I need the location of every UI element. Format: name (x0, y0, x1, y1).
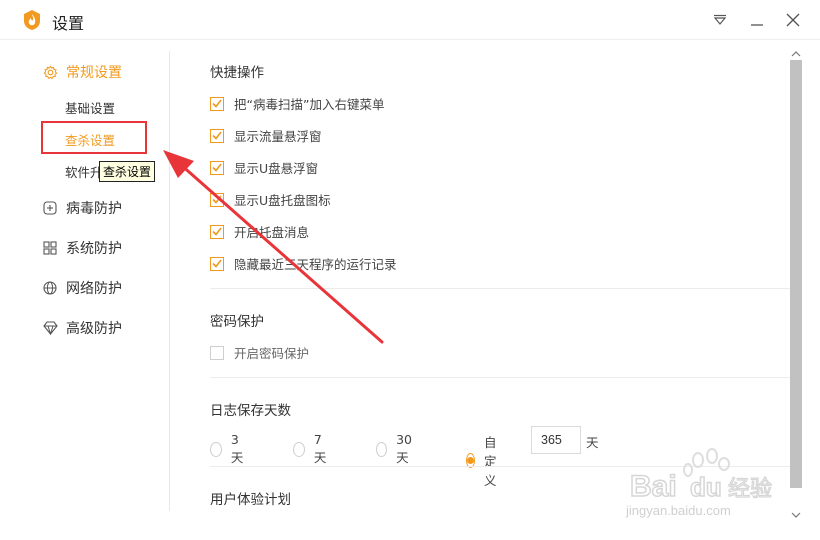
checkbox-checked-icon[interactable] (210, 256, 224, 271)
scroll-up-arrow-icon[interactable] (789, 48, 803, 60)
section-title-ux-plan: 用户体验计划 (210, 492, 291, 508)
option-label: 显示流量悬浮窗 (234, 129, 322, 144)
sidebar-item-virus-protection[interactable]: 病毒防护 (42, 198, 122, 218)
title-bar: 设置 (0, 0, 820, 40)
checkbox-checked-icon[interactable] (210, 128, 224, 143)
option-label: 开启托盘消息 (234, 225, 310, 240)
radio-unselected-icon[interactable] (293, 441, 305, 457)
svg-text:du: du (690, 472, 722, 502)
sidebar-group-label: 网络防护 (66, 281, 122, 297)
section-title-quick-ops: 快捷操作 (210, 65, 264, 81)
option-usb-tray-icon[interactable]: 显示U盘托盘图标 (210, 190, 331, 209)
radio-unselected-icon[interactable] (210, 441, 222, 457)
sidebar-subitem-basic[interactable]: 基础设置 (65, 98, 115, 117)
option-label: 显示U盘悬浮窗 (234, 161, 319, 176)
tooltip: 查杀设置 (99, 161, 156, 182)
watermark-url: jingyan.baidu.com (626, 503, 731, 518)
svg-text:Bai: Bai (630, 470, 677, 503)
radio-30-days[interactable]: 30天 (376, 432, 416, 466)
option-enable-password[interactable]: 开启密码保护 (210, 343, 309, 362)
sidebar-item-advanced-protection[interactable]: 高级防护 (42, 318, 122, 338)
option-context-menu-scan[interactable]: 把“病毒扫描”加入右键菜单 (210, 94, 384, 113)
sidebar-group-label: 高级防护 (66, 321, 122, 337)
checkbox-checked-icon[interactable] (210, 160, 224, 175)
radio-label: 7天 (313, 432, 327, 465)
flame-shield-logo (24, 10, 40, 30)
radio-7-days[interactable]: 7天 (293, 432, 330, 466)
radio-label: 自定义 (484, 435, 497, 488)
checkbox-unchecked-icon[interactable] (210, 345, 224, 360)
custom-days-input[interactable] (531, 426, 581, 454)
minimize-icon[interactable] (745, 8, 769, 32)
dropdown-menu-icon[interactable] (708, 8, 732, 32)
option-label: 把“病毒扫描”加入右键菜单 (234, 97, 385, 112)
sidebar-item-system-protection[interactable]: 系统防护 (42, 238, 122, 258)
option-tray-messages[interactable]: 开启托盘消息 (210, 222, 309, 241)
svg-text:经验: 经验 (728, 477, 772, 502)
scrollbar-thumb[interactable] (790, 60, 802, 488)
plus-box-icon (42, 200, 58, 216)
sidebar-subitem-upgrade[interactable]: 软件升 (65, 162, 103, 181)
sidebar-item-network-protection[interactable]: 网络防护 (42, 278, 122, 298)
option-hide-run-history[interactable]: 隐藏最近三天程序的运行记录 (210, 254, 397, 273)
sidebar-group-label: 系统防护 (66, 241, 122, 257)
radio-unselected-icon[interactable] (376, 441, 388, 457)
option-label: 隐藏最近三天程序的运行记录 (234, 257, 397, 272)
section-title-log-days: 日志保存天数 (210, 403, 291, 419)
sidebar-item-general-settings[interactable]: 常规设置 (42, 62, 122, 82)
grid-icon (42, 240, 58, 256)
radio-label: 3天 (230, 432, 244, 465)
radio-3-days[interactable]: 3天 (210, 432, 247, 466)
option-usb-float[interactable]: 显示U盘悬浮窗 (210, 158, 318, 177)
radio-custom[interactable]: 自定义 (466, 432, 503, 489)
diamond-icon (42, 320, 58, 336)
globe-icon (42, 280, 58, 296)
checkbox-checked-icon[interactable] (210, 192, 224, 207)
option-label: 显示U盘托盘图标 (234, 193, 331, 208)
window-title: 设置 (52, 14, 85, 33)
sidebar-divider (169, 51, 170, 511)
close-icon[interactable] (781, 8, 805, 32)
radio-label: 30天 (396, 432, 412, 465)
annotation-highlight-box (41, 121, 147, 154)
section-divider (210, 377, 790, 378)
sidebar-group-label: 病毒防护 (66, 201, 122, 217)
sidebar-group-label: 常规设置 (66, 65, 122, 81)
checkbox-checked-icon[interactable] (210, 224, 224, 239)
checkbox-checked-icon[interactable] (210, 96, 224, 111)
scroll-down-arrow-icon[interactable] (789, 509, 803, 521)
gear-icon (42, 64, 58, 80)
section-title-password: 密码保护 (210, 314, 264, 330)
section-divider (210, 288, 790, 289)
days-unit-label: 天 (586, 435, 599, 450)
option-label: 开启密码保护 (234, 346, 310, 361)
option-traffic-float[interactable]: 显示流量悬浮窗 (210, 126, 322, 145)
